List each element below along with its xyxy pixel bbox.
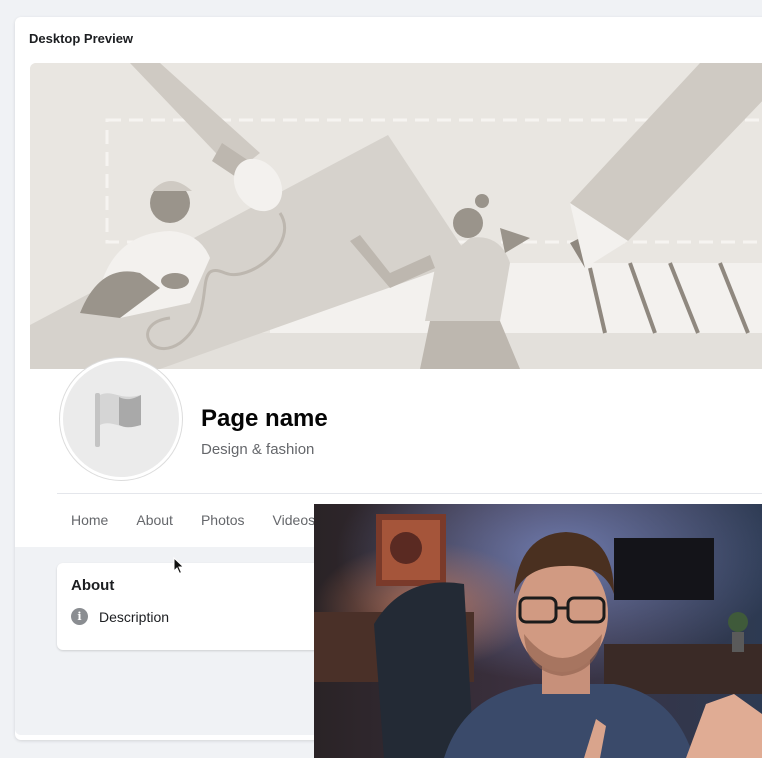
- tab-about[interactable]: About: [122, 495, 187, 547]
- preview-title: Desktop Preview: [29, 31, 134, 46]
- about-title: About: [71, 577, 115, 594]
- tabs-divider: [57, 493, 762, 494]
- profile-picture[interactable]: [60, 358, 182, 480]
- mouse-cursor-icon: [173, 557, 185, 575]
- about-description[interactable]: Description: [99, 609, 169, 625]
- cover-illustration: [30, 63, 762, 369]
- info-icon: i: [71, 608, 88, 625]
- about-card: About i Description: [57, 563, 357, 650]
- flag-icon: [95, 393, 141, 447]
- cover-photo[interactable]: [30, 63, 762, 369]
- tab-home[interactable]: Home: [57, 495, 122, 547]
- tab-photos[interactable]: Photos: [187, 495, 259, 547]
- webcam-overlay: [314, 504, 762, 758]
- page-tabs: Home About Photos Videos: [57, 495, 329, 547]
- page-category: Design & fashion: [201, 441, 315, 458]
- page-name: Page name: [201, 405, 328, 432]
- webcam-video-frame: [314, 504, 762, 758]
